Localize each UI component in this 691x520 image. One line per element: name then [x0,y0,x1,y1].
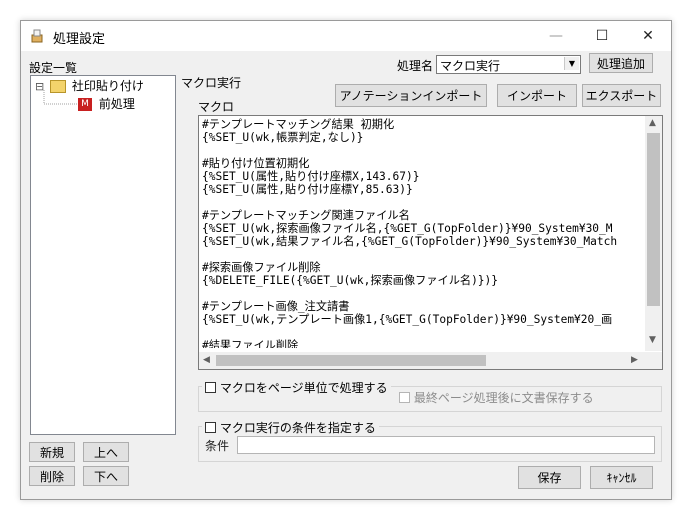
code-line[interactable] [202,287,642,300]
code-line[interactable]: {%SET_U(属性,貼り付け座標X,143.67)} [202,170,642,183]
settings-list-label: 設定一覧 [29,61,78,75]
scroll-left-icon[interactable]: ◀ [203,355,210,365]
tree-item-label: 社印貼り付け [71,79,144,93]
window-title: 処理設定 [53,32,106,47]
vertical-scroll-thumb[interactable] [647,133,660,306]
settings-window: 処理設定 — ☐ ✕ 設定一覧 ⊟ 社印貼り付け M 前処理 新規 上へ 削除 … [20,20,672,500]
macro-field-label: マクロ [198,100,235,114]
condition-label: 条件 [205,439,230,453]
annotation-import-button[interactable]: アノテーションインポート [335,84,487,107]
save-after-option[interactable]: 最終ページ処理後に文書保存する [399,389,594,406]
macro-editor[interactable]: #テンプレートマッチング結果 初期化 {%SET_U(wk,帳票判定,なし)} #… [198,115,663,370]
new-button[interactable]: 新規 [29,442,75,462]
process-name-label: 処理名 [397,59,434,73]
scroll-corner [645,352,662,369]
add-process-button[interactable]: 処理追加 [589,53,653,73]
macro-code[interactable]: #テンプレートマッチング結果 初期化 {%SET_U(wk,帳票判定,なし)} #… [202,118,642,348]
save-after-label: 最終ページ処理後に文書保存する [413,391,594,405]
macro-section-label: マクロ実行 [181,76,242,90]
code-line[interactable]: #結果ファイル削除 [202,339,642,348]
tree-expander-icon[interactable]: ⊟ [35,80,44,93]
cancel-button[interactable]: ｷｬﾝｾﾙ [590,466,653,489]
code-line[interactable]: {%SET_U(wk,探索画像ファイル名,{%GET_G(TopFolder)}… [202,222,642,235]
tree-item-label: 前処理 [98,97,135,111]
code-line[interactable]: {%SET_U(wk,結果ファイル名,{%GET_G(TopFolder)}¥9… [202,235,642,248]
per-page-option[interactable]: マクロをページ単位で処理する [202,379,391,396]
folder-icon [50,80,67,93]
condition-check-label: マクロ実行の条件を指定する [219,421,376,435]
code-line[interactable]: {%DELETE_FILE({%GET_U(wk,探索画像ファイル名)})} [202,274,642,287]
process-name-select[interactable]: マクロ実行 ▼ [436,55,581,74]
save-after-checkbox[interactable] [399,392,410,403]
scroll-up-icon[interactable]: ▲ [649,118,656,128]
code-line[interactable] [202,144,642,157]
move-up-button[interactable]: 上へ [83,442,129,462]
code-line[interactable]: #貼り付け位置初期化 [202,157,642,170]
code-line[interactable]: #テンプレートマッチング関連ファイル名 [202,209,642,222]
save-button[interactable]: 保存 [518,466,581,489]
per-page-label: マクロをページ単位で処理する [219,381,388,395]
macro-icon: M [78,98,92,111]
settings-tree[interactable]: ⊟ 社印貼り付け M 前処理 [30,75,176,435]
app-icon [31,29,43,43]
horizontal-scroll-thumb[interactable] [216,355,486,366]
minimize-button[interactable]: — [533,21,579,51]
condition-checkbox[interactable] [205,422,216,433]
import-button[interactable]: インポート [497,84,577,107]
condition-option[interactable]: マクロ実行の条件を指定する [202,419,379,436]
code-line[interactable]: #探索画像ファイル削除 [202,261,642,274]
vertical-scrollbar[interactable]: ▲ ▼ [645,116,662,351]
close-button[interactable]: ✕ [625,21,671,51]
move-down-button[interactable]: 下へ [83,466,129,486]
scroll-down-icon[interactable]: ▼ [649,335,656,345]
per-page-checkbox[interactable] [205,382,216,393]
code-line[interactable] [202,196,642,209]
delete-button[interactable]: 削除 [29,466,75,486]
code-line[interactable]: {%SET_U(wk,帳票判定,なし)} [202,131,642,144]
process-name-value: マクロ実行 [440,59,501,73]
scroll-right-icon[interactable]: ▶ [631,355,638,365]
code-line[interactable]: #テンプレート画像_注文請書 [202,300,642,313]
title-bar: 処理設定 — ☐ ✕ [21,21,671,51]
maximize-button[interactable]: ☐ [579,21,625,51]
chevron-down-icon[interactable]: ▼ [564,57,579,70]
code-line[interactable] [202,248,642,261]
condition-input[interactable] [237,436,655,454]
horizontal-scrollbar[interactable]: ◀ ▶ [199,352,645,369]
code-line[interactable] [202,326,642,339]
code-line[interactable]: #テンプレートマッチング結果 初期化 [202,118,642,131]
tree-item-preprocess[interactable]: M 前処理 [78,96,135,112]
export-button[interactable]: エクスポート [582,84,661,107]
code-line[interactable]: {%SET_U(wk,テンプレート画像1,{%GET_G(TopFolder)}… [202,313,642,326]
code-line[interactable]: {%SET_U(属性,貼り付け座標Y,85.63)} [202,183,642,196]
tree-item-root[interactable]: ⊟ 社印貼り付け [35,78,144,94]
